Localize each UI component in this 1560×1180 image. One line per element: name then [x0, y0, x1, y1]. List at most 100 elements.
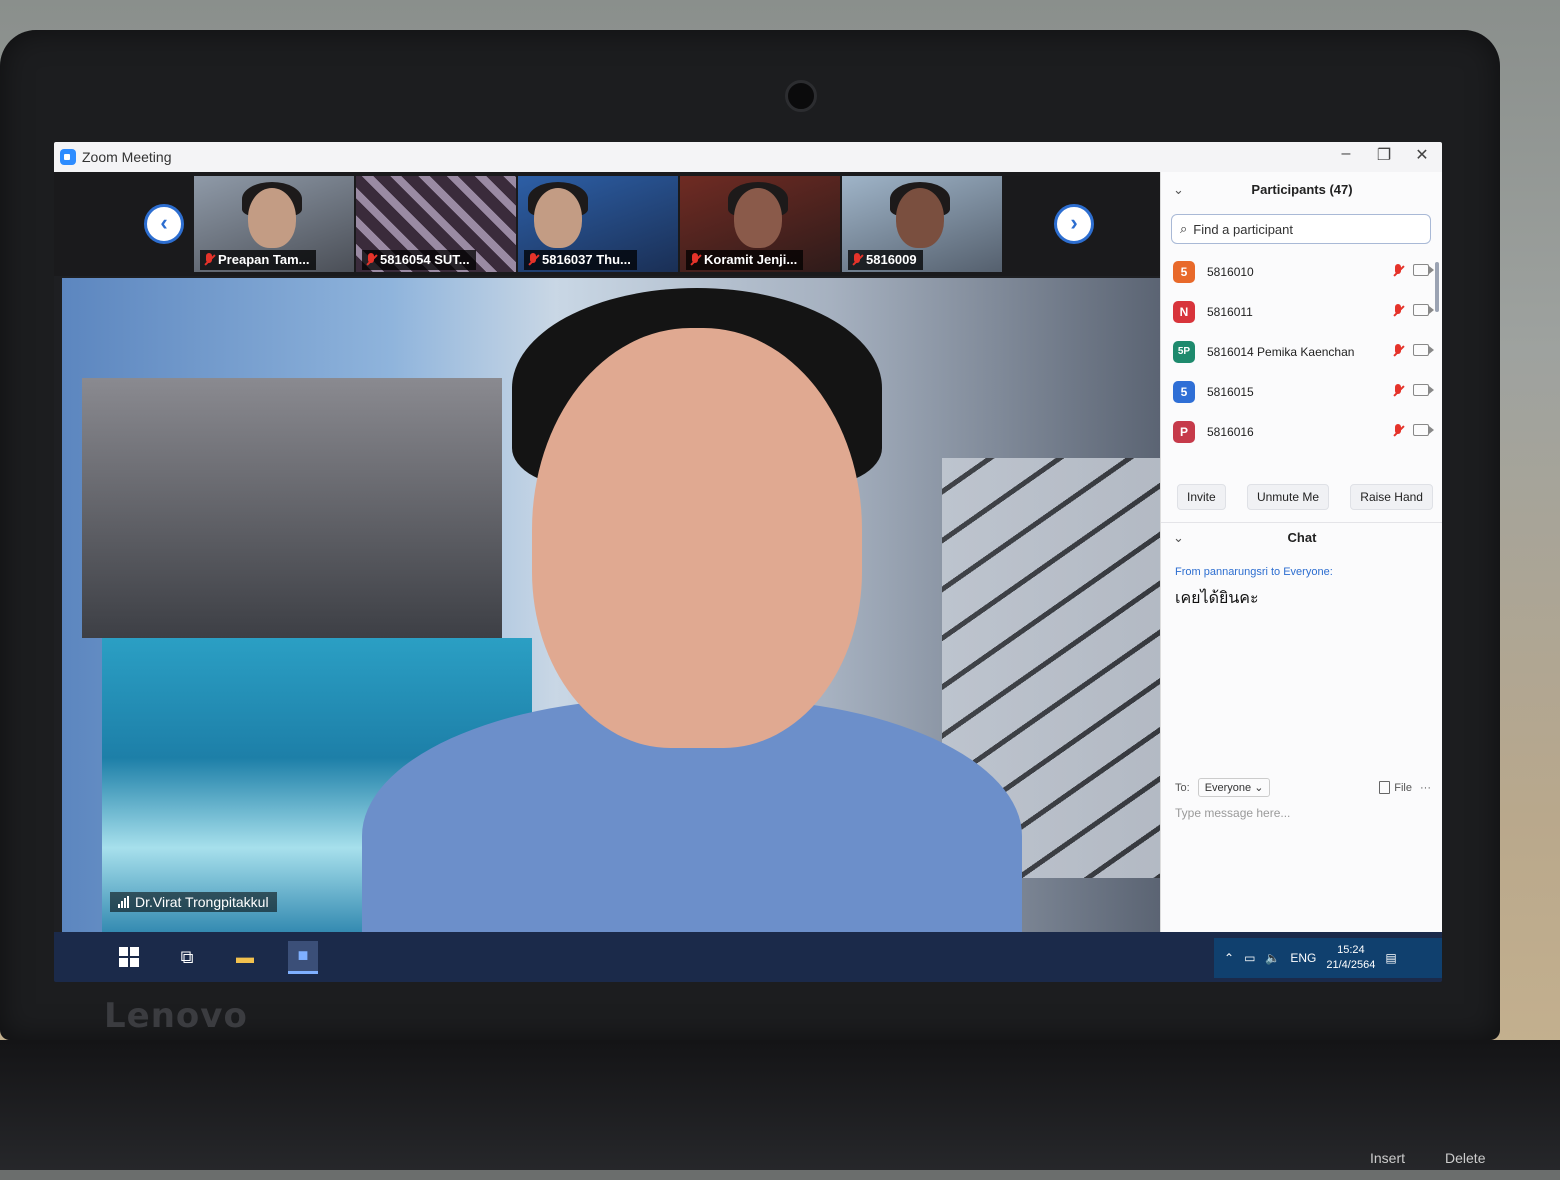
thumbnail-name-tag: 5816054 SUT... — [362, 250, 476, 270]
participant-thumbnail[interactable]: Koramit Jenji... — [680, 176, 840, 272]
network-icon[interactable]: ▭ — [1244, 951, 1255, 965]
participant-thumbnail[interactable]: Preapan Tam... — [194, 176, 354, 272]
taskbar-apps: ⧉ ▬ ■ — [114, 932, 318, 982]
video-area: ‹ Preapan Tam... 5816054 SUT... 5816037 … — [54, 172, 1160, 932]
raise-hand-button[interactable]: Raise Hand — [1350, 484, 1433, 510]
chat-message-sender: From pannarungsri to Everyone: — [1175, 566, 1333, 578]
file-label: File — [1394, 781, 1412, 794]
prev-page-button[interactable]: ‹ — [144, 204, 184, 244]
thumbnail-face — [534, 188, 582, 248]
participant-search-input[interactable]: ⌕ Find a participant — [1171, 214, 1431, 244]
collapse-chat-icon[interactable]: ⌄ — [1173, 523, 1184, 553]
thumbnail-name-tag: 5816009 — [848, 250, 923, 270]
participants-list: 5 5816010 N 5816011 5P 5816014 Pemika Ka… — [1161, 252, 1442, 452]
speaker-name: Dr.Virat Trongpitakkul — [135, 894, 269, 910]
participant-thumbnail[interactable]: 5816009 — [842, 176, 1002, 272]
volume-icon[interactable]: 🔈 — [1265, 951, 1280, 965]
mic-muted-icon — [1393, 264, 1403, 278]
chat-more-button[interactable]: ··· — [1420, 782, 1431, 794]
windows-logo-icon — [119, 947, 139, 967]
minimize-button[interactable]: – — [1334, 145, 1358, 165]
participant-avatar: 5 — [1173, 381, 1195, 403]
participant-row[interactable]: N 5816011 — [1161, 292, 1442, 332]
participant-name: 5816010 — [1207, 265, 1254, 279]
mic-muted-icon — [204, 253, 214, 267]
task-view-icon[interactable]: ⧉ — [172, 942, 202, 972]
laptop-base: Insert Delete — [0, 1040, 1560, 1170]
chat-message-input[interactable]: Type message here... — [1175, 806, 1290, 820]
mic-muted-icon — [1393, 344, 1403, 358]
collapse-participants-icon[interactable]: ⌄ — [1173, 172, 1184, 208]
mic-muted-icon — [528, 253, 538, 267]
mic-muted-icon — [1393, 304, 1403, 318]
window-title: Zoom Meeting — [82, 149, 172, 165]
video-off-icon — [1413, 424, 1434, 436]
show-hidden-icons[interactable]: ⌃ — [1224, 951, 1234, 965]
mic-muted-icon — [1393, 384, 1403, 398]
key-insert: Insert — [1370, 1150, 1406, 1166]
mic-muted-icon — [366, 253, 376, 267]
virtual-background-building — [82, 378, 502, 638]
participant-row[interactable]: P 5816016 — [1161, 412, 1442, 452]
participant-thumbnail[interactable]: 5816037 Thu... — [518, 176, 678, 272]
signal-strength-icon — [118, 896, 129, 908]
file-button[interactable]: File — [1379, 781, 1412, 794]
thumbnail-list: Preapan Tam... 5816054 SUT... 5816037 Th… — [194, 176, 1002, 272]
thumbnail-name: 5816037 Thu... — [542, 252, 631, 267]
participant-status-icons — [1393, 304, 1434, 318]
clock[interactable]: 15:24 21/4/2564 — [1326, 943, 1375, 973]
file-icon — [1379, 781, 1391, 794]
video-off-icon — [1413, 344, 1434, 356]
system-tray: ⌃ ▭ 🔈 ENG 15:24 21/4/2564 ▤ — [1214, 938, 1442, 978]
chat-header: ⌄ Chat — [1161, 522, 1442, 553]
participant-row[interactable]: 5P 5816014 Pemika Kaenchan — [1161, 332, 1442, 372]
thumbnail-face — [896, 188, 944, 248]
file-explorer-icon[interactable]: ▬ — [230, 942, 260, 972]
start-button[interactable] — [114, 942, 144, 972]
chat-to-label: To: — [1175, 781, 1190, 794]
participant-thumbnail[interactable]: 5816054 SUT... — [356, 176, 516, 272]
participant-name: 5816016 — [1207, 425, 1254, 439]
chat-recipient-row: To: Everyone ⌄ File ··· — [1175, 778, 1431, 797]
participant-avatar: 5P — [1173, 341, 1195, 363]
participant-avatar: N — [1173, 301, 1195, 323]
speaker-head — [532, 328, 862, 748]
key-delete: Delete — [1445, 1150, 1486, 1166]
mic-muted-icon — [1393, 424, 1403, 438]
restore-button[interactable]: ❐ — [1372, 145, 1396, 165]
participant-status-icons — [1393, 264, 1434, 278]
chat-recipient-dropdown[interactable]: Everyone ⌄ — [1197, 778, 1271, 797]
language-indicator[interactable]: ENG — [1290, 951, 1316, 965]
clock-time: 15:24 — [1337, 944, 1365, 956]
participant-status-icons — [1393, 344, 1434, 358]
participant-search-placeholder: Find a participant — [1193, 221, 1294, 237]
participant-status-icons — [1393, 384, 1434, 398]
zoom-app-icon — [60, 149, 76, 165]
unmute-me-button[interactable]: Unmute Me — [1246, 484, 1329, 510]
next-page-button[interactable]: › — [1054, 204, 1094, 244]
windows-taskbar: ⧉ ▬ ■ ⌃ ▭ 🔈 ENG 15:24 21/4/2564 ▤ — [54, 932, 1442, 982]
keyboard-keys: Insert Delete — [1370, 1150, 1560, 1180]
invite-button[interactable]: Invite — [1177, 484, 1226, 510]
thumbnail-name-tag: 5816037 Thu... — [524, 250, 637, 270]
close-button[interactable]: ✕ — [1410, 145, 1434, 165]
participant-avatar: P — [1173, 421, 1195, 443]
active-speaker-video: Dr.Virat Trongpitakkul — [62, 278, 1160, 932]
participants-header: ⌄ Participants (47) — [1161, 172, 1442, 208]
video-off-icon — [1413, 384, 1434, 396]
participant-row[interactable]: 5 5816010 — [1161, 252, 1442, 292]
notifications-icon[interactable]: ▤ — [1385, 951, 1396, 965]
window-controls: – ❐ ✕ — [1334, 145, 1434, 165]
webcam — [785, 80, 817, 112]
mic-muted-icon — [690, 253, 700, 267]
participant-name: 5816011 — [1207, 305, 1253, 319]
thumbnail-name: 5816009 — [866, 252, 917, 267]
chat-message-text: เคยได้ยินคะ — [1175, 590, 1259, 607]
participant-avatar: 5 — [1173, 261, 1195, 283]
participant-row[interactable]: 5 5816015 — [1161, 372, 1442, 412]
mic-muted-icon — [852, 253, 862, 267]
video-off-icon — [1413, 264, 1434, 276]
zoom-taskbar-icon[interactable]: ■ — [288, 940, 318, 974]
thumbnail-face — [734, 188, 782, 248]
video-off-icon — [1413, 304, 1434, 316]
